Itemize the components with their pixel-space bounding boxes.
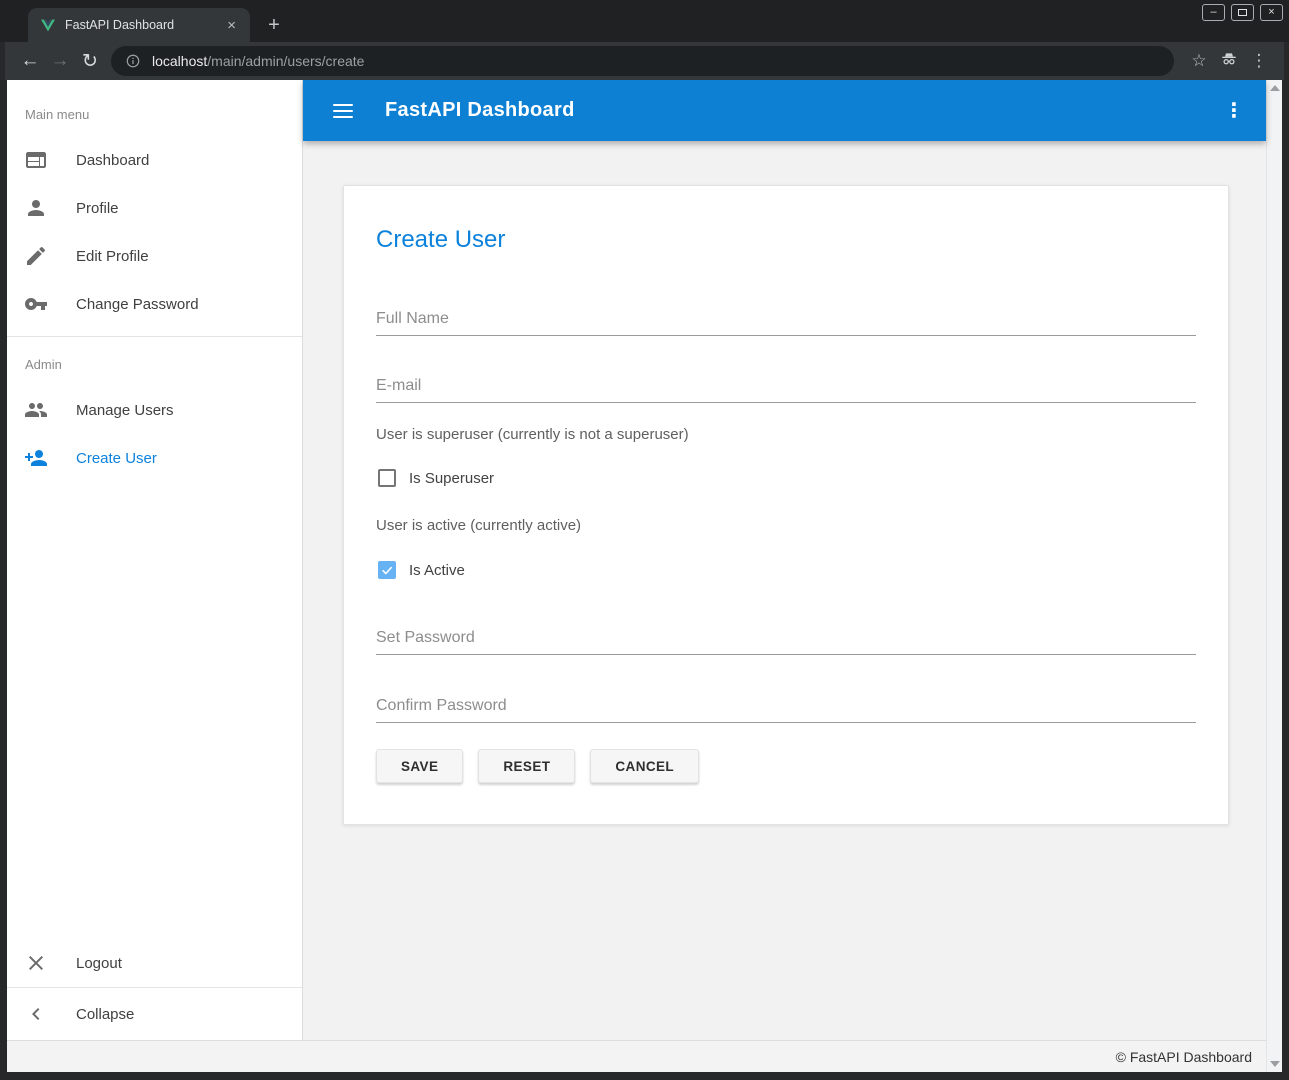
superuser-hint: User is superuser (currently is not a su… xyxy=(376,426,1196,444)
checkbox-label: Is Superuser xyxy=(409,470,494,487)
window-maximize-button[interactable] xyxy=(1231,4,1254,21)
close-icon xyxy=(24,951,48,975)
window-close-button[interactable]: × xyxy=(1260,4,1283,21)
sidebar: Main menu Dashboard Profile Edit Profile xyxy=(7,80,303,1040)
sidebar-spacer xyxy=(7,482,302,939)
create-user-card: Create User User is superuser (currently… xyxy=(343,185,1229,825)
forward-icon[interactable]: → xyxy=(45,50,75,72)
footer-copyright: © FastAPI Dashboard xyxy=(1116,1049,1252,1065)
sidebar-item-manage-users[interactable]: Manage Users xyxy=(7,386,302,434)
window-controls: – × xyxy=(1202,4,1283,21)
person-icon xyxy=(24,196,48,220)
active-hint: User is active (currently active) xyxy=(376,517,1196,535)
sidebar-item-label: Profile xyxy=(76,200,119,217)
chevron-left-icon xyxy=(24,1002,48,1026)
reset-button[interactable]: RESET xyxy=(478,749,575,783)
sidebar-item-profile[interactable]: Profile xyxy=(7,184,302,232)
sidebar-item-logout[interactable]: Logout xyxy=(7,939,302,987)
sidebar-item-change-password[interactable]: Change Password xyxy=(7,280,302,328)
url-text: localhost/main/admin/users/create xyxy=(152,53,364,69)
set-password-field xyxy=(376,629,1196,655)
checkbox-label: Is Active xyxy=(409,562,465,579)
address-bar[interactable]: localhost/main/admin/users/create xyxy=(111,46,1174,76)
sidebar-section-admin: Admin xyxy=(7,337,302,386)
email-field xyxy=(376,377,1196,403)
sidebar-item-label: Create User xyxy=(76,450,157,467)
confirm-password-input[interactable] xyxy=(376,697,1196,722)
hamburger-menu-icon[interactable] xyxy=(333,104,353,118)
page: Main menu Dashboard Profile Edit Profile xyxy=(7,80,1282,1072)
browser-tab[interactable]: FastAPI Dashboard × xyxy=(28,8,250,42)
appbar: FastAPI Dashboard ⋮ xyxy=(303,80,1266,141)
content-area: Create User User is superuser (currently… xyxy=(303,141,1266,1040)
reload-icon[interactable]: ↻ xyxy=(75,50,105,73)
tab-title: FastAPI Dashboard xyxy=(65,18,214,32)
sidebar-item-label: Collapse xyxy=(76,1006,134,1023)
window-minimize-button[interactable]: – xyxy=(1202,4,1225,21)
appbar-kebab-icon[interactable]: ⋮ xyxy=(1224,98,1244,123)
url-path: /main/admin/users/create xyxy=(207,53,364,69)
browser-window: FastAPI Dashboard × + – × ← → ↻ localhos… xyxy=(0,0,1289,1080)
incognito-icon xyxy=(1214,49,1244,74)
confirm-password-field xyxy=(376,697,1196,723)
maximize-icon xyxy=(1238,9,1247,16)
sidebar-item-edit-profile[interactable]: Edit Profile xyxy=(7,232,302,280)
info-icon[interactable] xyxy=(125,53,141,69)
url-host: localhost xyxy=(152,53,207,69)
person-add-icon xyxy=(24,446,48,470)
sidebar-item-label: Dashboard xyxy=(76,152,149,169)
sidebar-section-main-menu: Main menu xyxy=(7,80,302,136)
sidebar-item-label: Manage Users xyxy=(76,402,174,419)
key-icon xyxy=(24,292,48,316)
page-title: Create User xyxy=(376,226,1196,254)
web-icon xyxy=(24,148,48,172)
checkbox-checked-icon[interactable] xyxy=(378,561,396,579)
is-superuser-checkbox-row[interactable]: Is Superuser xyxy=(376,469,1196,487)
scrollbar-down-icon[interactable] xyxy=(1270,1061,1280,1067)
new-tab-icon[interactable]: + xyxy=(262,15,286,35)
page-scrollbar[interactable] xyxy=(1266,80,1282,1072)
is-active-checkbox-row[interactable]: Is Active xyxy=(376,561,1196,579)
form-buttons: SAVE RESET CANCEL xyxy=(376,749,1196,783)
sidebar-item-dashboard[interactable]: Dashboard xyxy=(7,136,302,184)
footer: © FastAPI Dashboard xyxy=(7,1040,1266,1072)
save-button[interactable]: SAVE xyxy=(376,749,463,783)
main-area: FastAPI Dashboard ⋮ Create User xyxy=(303,80,1266,1040)
full-name-input[interactable] xyxy=(376,310,1196,335)
pencil-icon xyxy=(24,244,48,268)
checkbox-unchecked-icon[interactable] xyxy=(378,469,396,487)
sidebar-item-collapse[interactable]: Collapse xyxy=(7,988,302,1040)
appbar-title: FastAPI Dashboard xyxy=(385,99,575,122)
tab-strip: FastAPI Dashboard × + – × xyxy=(0,0,1289,42)
scrollbar-up-icon[interactable] xyxy=(1270,85,1280,91)
cancel-button[interactable]: CANCEL xyxy=(590,749,699,783)
back-icon[interactable]: ← xyxy=(15,50,45,72)
tab-close-icon[interactable]: × xyxy=(223,16,240,35)
group-icon xyxy=(24,398,48,422)
sidebar-item-label: Change Password xyxy=(76,296,199,313)
browser-menu-kebab-icon[interactable]: ⋮ xyxy=(1244,51,1274,71)
sidebar-item-create-user[interactable]: Create User xyxy=(7,434,302,482)
browser-toolbar: ← → ↻ localhost/main/admin/users/create … xyxy=(5,42,1284,80)
sidebar-item-label: Edit Profile xyxy=(76,248,149,265)
full-name-field xyxy=(376,310,1196,336)
email-input[interactable] xyxy=(376,377,1196,402)
sidebar-item-label: Logout xyxy=(76,955,122,972)
set-password-input[interactable] xyxy=(376,629,1196,654)
bookmark-star-icon[interactable]: ☆ xyxy=(1184,51,1214,71)
vue-favicon-icon xyxy=(40,17,56,33)
